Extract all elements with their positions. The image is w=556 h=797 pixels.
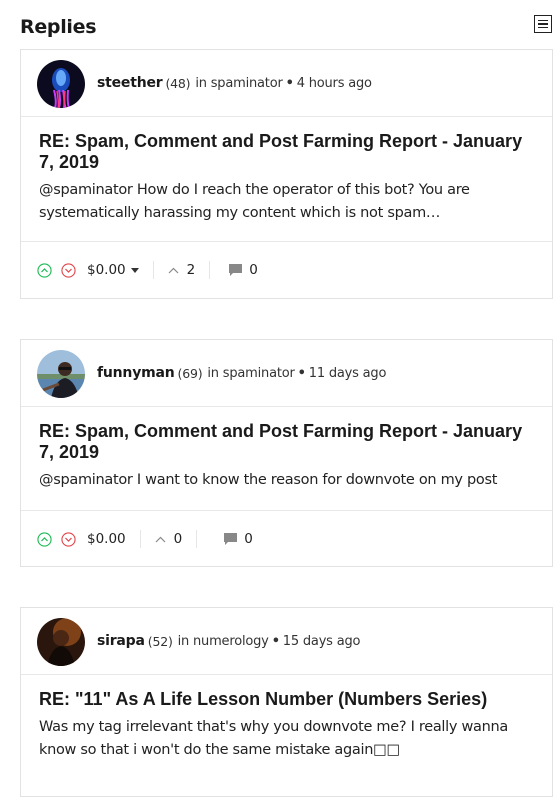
author-name[interactable]: sirapa [97,633,145,649]
votes-count[interactable]: 2 [168,262,196,278]
divider [196,530,198,548]
community-prefix: in [195,75,207,91]
community-link[interactable]: spaminator [223,366,295,381]
votes-value: 2 [186,262,196,278]
reply-title[interactable]: RE: "11" As A Life Lesson Number (Number… [39,689,532,710]
community-link[interactable]: numerology [193,634,269,649]
reply-body[interactable]: RE: Spam, Comment and Post Farming Repor… [21,117,552,242]
reply-meta: funnyman (69) in spaminator • 11 days ag… [97,340,386,406]
reply-title[interactable]: RE: Spam, Comment and Post Farming Repor… [39,131,532,173]
reply-meta: steether (48) in spaminator • 4 hours ag… [97,50,372,116]
separator-dot: • [271,633,280,649]
community-link[interactable]: spaminator [211,76,283,91]
post-age[interactable]: 11 days ago [309,366,387,381]
reply-header: funnyman (69) in spaminator • 11 days ag… [21,340,552,407]
author-name[interactable]: funnyman [97,365,175,381]
comments-value: 0 [244,531,253,547]
reply-body[interactable]: RE: "11" As A Life Lesson Number (Number… [21,675,552,776]
author-reputation: (52) [147,633,173,649]
votes-count[interactable]: 0 [155,531,183,547]
downvote-circle-icon[interactable] [61,262,76,278]
downvote-circle-icon[interactable] [61,531,76,547]
payout-value: $0.00 [87,531,126,547]
separator-dot: • [297,365,306,381]
chevron-up-icon [155,536,166,542]
payout-dropdown[interactable]: $0.00 [87,262,139,278]
avatar[interactable] [37,618,85,666]
community-prefix: in [177,633,190,649]
chevron-up-icon [168,267,179,273]
post-age[interactable]: 15 days ago [283,634,361,649]
reply-header: steether (48) in spaminator • 4 hours ag… [21,50,552,117]
reply-meta: sirapa (52) in numerology • 15 days ago [97,608,360,674]
post-age[interactable]: 4 hours ago [297,76,372,91]
reply-title[interactable]: RE: Spam, Comment and Post Farming Repor… [39,421,532,463]
reply-text[interactable]: @spaminator How do I reach the operator … [39,179,532,225]
divider [209,261,211,279]
reply-footer: $0.00 0 0 [21,511,552,567]
reply-body[interactable]: RE: Spam, Comment and Post Farming Repor… [21,407,552,511]
reply-text[interactable]: @spaminator I want to know the reason fo… [39,469,532,492]
comments-value: 0 [249,262,258,278]
reply-card: sirapa (52) in numerology • 15 days ago … [20,607,553,797]
upvote-circle-icon[interactable] [37,531,52,547]
upvote-circle-icon[interactable] [37,262,52,278]
payout-value-wrap[interactable]: $0.00 [87,531,126,547]
reply-footer: $0.00 2 0 [21,242,552,298]
caret-down-icon [130,268,139,273]
section-title: Replies [20,16,97,38]
replies-header: Replies [20,14,552,40]
votes-value: 0 [173,531,183,547]
reply-header: sirapa (52) in numerology • 15 days ago [21,608,552,675]
author-reputation: (69) [177,365,203,381]
payout-value: $0.00 [87,262,126,278]
divider [139,530,141,548]
avatar[interactable] [37,350,85,398]
hamburger-menu-icon[interactable] [534,15,552,33]
comments-count[interactable]: 0 [228,262,258,278]
comments-count[interactable]: 0 [223,531,253,547]
divider [152,261,154,279]
comment-bubble-icon [224,533,238,545]
reply-card: funnyman (69) in spaminator • 11 days ag… [20,339,553,567]
avatar[interactable] [37,60,85,108]
comment-bubble-icon [229,264,243,276]
separator-dot: • [285,75,294,91]
community-prefix: in [207,365,219,381]
reply-text[interactable]: Was my tag irrelevant that's why you dow… [39,716,532,762]
author-reputation: (48) [165,75,191,91]
author-name[interactable]: steether [97,75,163,91]
reply-card: steether (48) in spaminator • 4 hours ag… [20,49,553,299]
